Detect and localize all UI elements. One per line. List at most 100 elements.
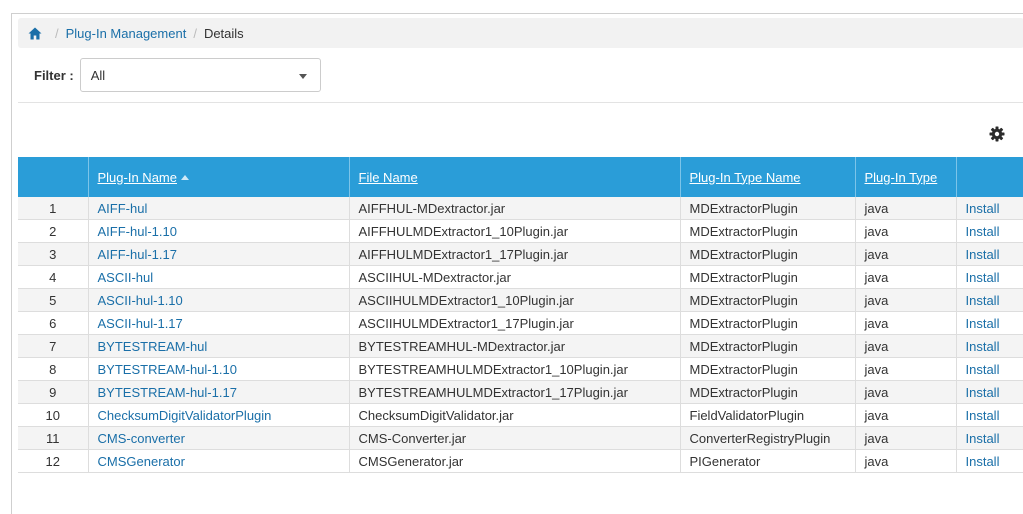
plugin-type-name: MDExtractorPlugin bbox=[689, 315, 798, 331]
install-link-cell: Install bbox=[956, 426, 1023, 450]
row-number: 6 bbox=[49, 315, 57, 331]
file-name: CMS-Converter.jar bbox=[358, 430, 467, 446]
divider bbox=[18, 102, 1023, 103]
table-row: 11 CMS-converter CMS-Converter.jar Converte… bbox=[18, 426, 1023, 450]
plugin-type-cell: java bbox=[855, 403, 957, 427]
plugin-name-link-cell: AIFF-hul bbox=[88, 197, 350, 220]
install-link[interactable]: Install bbox=[966, 270, 1000, 285]
header-plugin-type[interactable]: Plug-In Type bbox=[855, 157, 957, 197]
plugin-type: java bbox=[864, 361, 889, 377]
install-link[interactable]: Install bbox=[966, 293, 1000, 308]
install-link[interactable]: Install bbox=[966, 224, 1000, 239]
breadcrumb: / Plug-In Management / Details bbox=[18, 18, 1023, 48]
plugin-name-link-cell: ASCII-hul bbox=[88, 265, 350, 289]
plugin-name-link-cell: CMS-converter bbox=[88, 426, 350, 450]
breadcrumb-separator: / bbox=[55, 25, 59, 41]
plugin-type-name-cell: MDExtractorPlugin bbox=[680, 334, 856, 358]
row-number: 3 bbox=[49, 246, 57, 262]
filter-value: All bbox=[90, 67, 106, 83]
filter-select[interactable]: All bbox=[79, 58, 321, 92]
plugin-type-name: MDExtractorPlugin bbox=[689, 361, 798, 377]
install-link[interactable]: Install bbox=[966, 431, 1000, 446]
row-number: 12 bbox=[45, 453, 60, 469]
header-file-name[interactable]: File Name bbox=[349, 157, 681, 197]
plugin-type-name-cell: FieldValidatorPlugin bbox=[680, 403, 856, 427]
sort-ascending-icon bbox=[180, 174, 189, 180]
plugin-type-name: MDExtractorPlugin bbox=[689, 338, 798, 354]
plugin-type-cell: java bbox=[855, 426, 957, 450]
table-row: 7 BYTESTREAM-hul BYTESTREAMHUL-MDextractor… bbox=[18, 334, 1023, 358]
breadcrumb-plugin-management[interactable]: Plug-In Management bbox=[66, 26, 187, 41]
file-name-cell: BYTESTREAMHUL-MDextractor.jar bbox=[349, 334, 681, 358]
plugin-name-link[interactable]: ASCII-hul bbox=[98, 270, 154, 285]
install-link[interactable]: Install bbox=[966, 385, 1000, 400]
row-number-cell: 5 bbox=[18, 288, 89, 312]
row-number: 1 bbox=[49, 200, 57, 216]
file-name: BYTESTREAMHULMDExtractor1_10Plugin.jar bbox=[358, 361, 628, 377]
row-number-cell: 6 bbox=[18, 311, 89, 335]
row-number: 10 bbox=[45, 407, 60, 423]
file-name-cell: BYTESTREAMHULMDExtractor1_10Plugin.jar bbox=[349, 357, 681, 381]
install-link[interactable]: Install bbox=[966, 316, 1000, 331]
file-name-cell: ChecksumDigitValidator.jar bbox=[349, 403, 681, 427]
home-icon[interactable] bbox=[28, 27, 42, 40]
plugin-type-cell: java bbox=[855, 265, 957, 289]
install-link[interactable]: Install bbox=[966, 247, 1000, 262]
file-name: BYTESTREAMHULMDExtractor1_17Plugin.jar bbox=[358, 384, 628, 400]
row-number-cell: 4 bbox=[18, 265, 89, 289]
chevron-down-icon bbox=[298, 74, 307, 79]
plugin-type-name-cell: MDExtractorPlugin bbox=[680, 197, 856, 220]
plugin-name-link-cell: CMSGenerator bbox=[88, 449, 350, 473]
header-row-number bbox=[18, 157, 89, 197]
plugin-type-name: FieldValidatorPlugin bbox=[689, 407, 805, 423]
header-plugin-name[interactable]: Plug-In Name bbox=[88, 157, 350, 197]
plugin-type: java bbox=[864, 200, 889, 216]
install-link[interactable]: Install bbox=[966, 408, 1000, 423]
row-number-cell: 1 bbox=[18, 197, 89, 220]
plugin-name-link[interactable]: AIFF-hul-1.10 bbox=[98, 224, 177, 239]
plugin-name-link[interactable]: ASCII-hul-1.10 bbox=[98, 293, 183, 308]
file-name: AIFFHULMDExtractor1_10Plugin.jar bbox=[358, 223, 569, 239]
plugin-name-link[interactable]: BYTESTREAM-hul-1.17 bbox=[98, 385, 237, 400]
plugin-type-cell: java bbox=[855, 219, 957, 243]
install-link-cell: Install bbox=[956, 242, 1023, 266]
plugin-name-link[interactable]: CMSGenerator bbox=[98, 454, 185, 469]
header-plugin-type-name[interactable]: Plug-In Type Name bbox=[680, 157, 856, 197]
page-frame: / Plug-In Management / Details Filter : … bbox=[11, 13, 1023, 514]
plugin-type: java bbox=[864, 338, 889, 354]
plugin-name-link[interactable]: ASCII-hul-1.17 bbox=[98, 316, 183, 331]
plugin-name-link[interactable]: CMS-converter bbox=[98, 431, 185, 446]
install-link[interactable]: Install bbox=[966, 362, 1000, 377]
plugin-name-link[interactable]: AIFF-hul bbox=[98, 201, 148, 216]
install-link[interactable]: Install bbox=[966, 201, 1000, 216]
plugin-type-name: ConverterRegistryPlugin bbox=[689, 430, 831, 446]
install-link[interactable]: Install bbox=[966, 454, 1000, 469]
file-name-cell: AIFFHULMDExtractor1_10Plugin.jar bbox=[349, 219, 681, 243]
plugin-type: java bbox=[864, 246, 889, 262]
file-name: ASCIIHULMDExtractor1_17Plugin.jar bbox=[358, 315, 574, 331]
file-name: AIFFHULMDExtractor1_17Plugin.jar bbox=[358, 246, 569, 262]
plugin-type-name-cell: MDExtractorPlugin bbox=[680, 357, 856, 381]
plugin-name-link[interactable]: BYTESTREAM-hul bbox=[98, 339, 208, 354]
plugin-type-cell: java bbox=[855, 357, 957, 381]
plugin-name-link-cell: BYTESTREAM-hul-1.17 bbox=[88, 380, 350, 404]
gear-icon[interactable] bbox=[989, 126, 1005, 142]
plugin-name-link[interactable]: ChecksumDigitValidatorPlugin bbox=[98, 408, 272, 423]
plugin-type-name-cell: MDExtractorPlugin bbox=[680, 380, 856, 404]
file-name-cell: AIFFHULMDExtractor1_17Plugin.jar bbox=[349, 242, 681, 266]
plugin-name-link-cell: ASCII-hul-1.17 bbox=[88, 311, 350, 335]
table-row: 5 ASCII-hul-1.10 ASCIIHULMDExtractor1_10Pl… bbox=[18, 288, 1023, 312]
file-name-cell: BYTESTREAMHULMDExtractor1_17Plugin.jar bbox=[349, 380, 681, 404]
plugin-type-cell: java bbox=[855, 380, 957, 404]
row-number-cell: 2 bbox=[18, 219, 89, 243]
install-link-cell: Install bbox=[956, 265, 1023, 289]
install-link[interactable]: Install bbox=[966, 339, 1000, 354]
plugin-type-name: MDExtractorPlugin bbox=[689, 269, 798, 285]
plugin-type-name: MDExtractorPlugin bbox=[689, 200, 798, 216]
row-number: 11 bbox=[46, 430, 60, 446]
row-number-cell: 7 bbox=[18, 334, 89, 358]
filter-row: Filter : All bbox=[34, 58, 321, 92]
install-link-cell: Install bbox=[956, 197, 1023, 220]
plugin-name-link[interactable]: AIFF-hul-1.17 bbox=[98, 247, 177, 262]
plugin-name-link[interactable]: BYTESTREAM-hul-1.10 bbox=[98, 362, 237, 377]
